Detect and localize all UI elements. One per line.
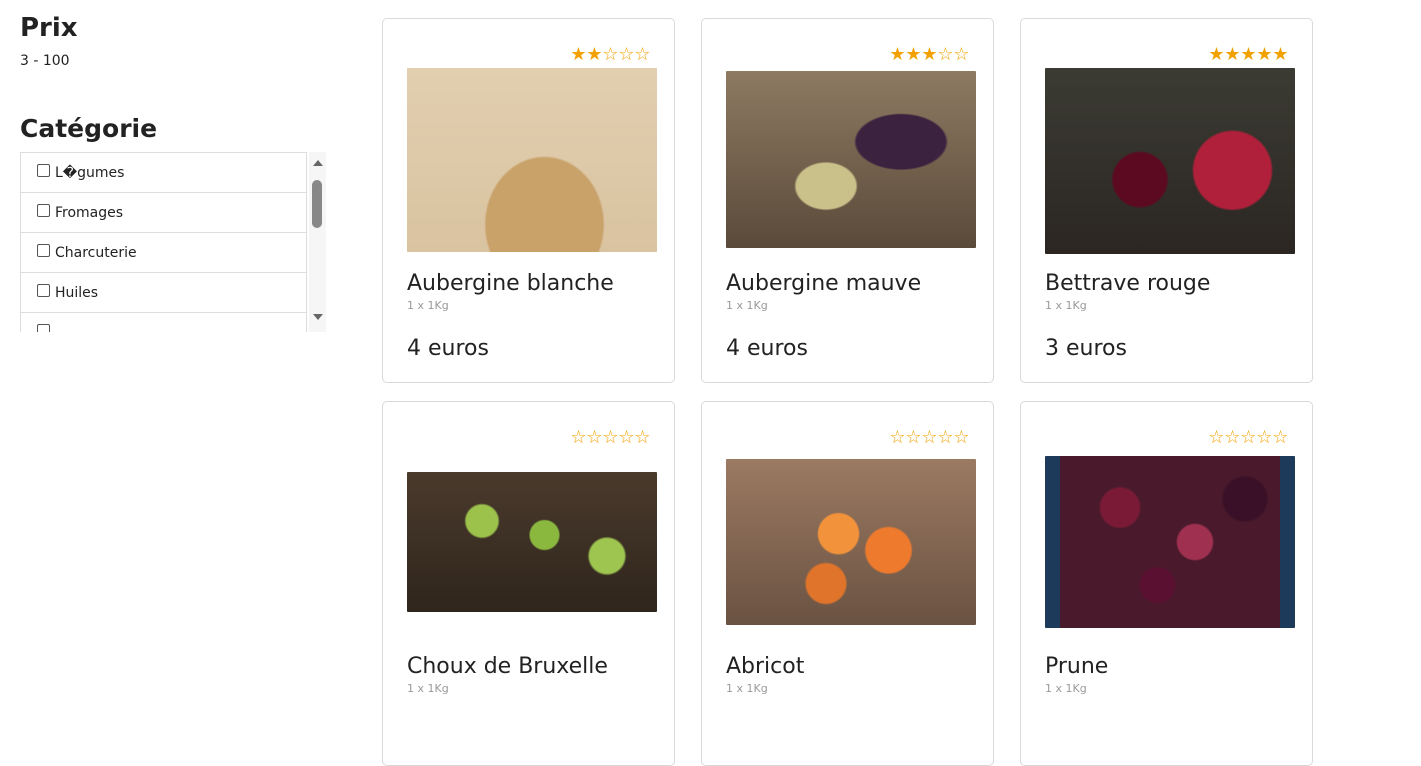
star-empty-icon: ☆ [602,44,618,65]
star-filled-icon: ★ [889,44,905,65]
star-empty-icon: ☆ [905,427,921,448]
star-filled-icon: ★ [1240,44,1256,65]
star-filled-icon: ★ [1256,44,1272,65]
rating-stars: ☆☆☆☆☆ [1208,429,1288,447]
scroll-down-arrow-icon[interactable] [313,314,323,320]
star-filled-icon: ★ [1224,44,1240,65]
rating-stars: ★★★☆☆ [889,46,969,64]
product-unit: 1 x 1Kg [726,682,768,695]
product-card[interactable]: ☆☆☆☆☆ Abricot 1 x 1Kg [701,401,994,766]
star-empty-icon: ☆ [618,44,634,65]
category-list: L�gumes Fromages Charcuterie Huiles [20,152,307,332]
category-list-box[interactable]: L�gumes Fromages Charcuterie Huiles [20,152,326,332]
product-card[interactable]: ★★★☆☆ Aubergine mauve 1 x 1Kg 4 euros [701,18,994,383]
category-filter-title: Catégorie [20,114,158,143]
category-checkbox[interactable] [37,244,50,257]
star-empty-icon: ☆ [1272,427,1288,448]
category-item-fromages[interactable]: Fromages [21,193,306,233]
rating-stars: ★★☆☆☆ [570,46,650,64]
purple-eggplant-image [726,71,976,248]
filter-sidebar: Prix 3 - 100 Catégorie L�gumes Fromages … [20,12,330,332]
star-filled-icon: ★ [905,44,921,65]
product-name[interactable]: Aubergine mauve [726,271,921,297]
product-unit: 1 x 1Kg [726,299,768,312]
category-item-charcuterie[interactable]: Charcuterie [21,233,306,273]
category-checkbox[interactable] [37,324,50,332]
price-range-value: 3 - 100 [20,53,70,69]
product-price: 4 euros [407,336,489,361]
star-empty-icon: ☆ [1208,427,1224,448]
star-filled-icon: ★ [570,44,586,65]
star-empty-icon: ☆ [570,427,586,448]
product-unit: 1 x 1Kg [1045,682,1087,695]
star-filled-icon: ★ [586,44,602,65]
rating-stars: ☆☆☆☆☆ [570,429,650,447]
scroll-up-arrow-icon[interactable] [313,160,323,166]
star-empty-icon: ☆ [602,427,618,448]
category-checkbox[interactable] [37,204,50,217]
price-filter-title: Prix [20,13,78,43]
rating-stars: ☆☆☆☆☆ [889,429,969,447]
category-label: Charcuterie [55,244,137,261]
product-name[interactable]: Aubergine blanche [407,271,614,297]
star-empty-icon: ☆ [618,427,634,448]
star-empty-icon: ☆ [921,427,937,448]
star-empty-icon: ☆ [953,427,969,448]
category-checkbox[interactable] [37,284,50,297]
apricot-image [726,459,976,625]
star-empty-icon: ☆ [889,427,905,448]
star-empty-icon: ☆ [634,427,650,448]
scroll-thumb[interactable] [312,180,322,228]
product-name[interactable]: Abricot [726,654,804,680]
product-card[interactable]: ★★★★★ Bettrave rouge 1 x 1Kg 3 euros [1020,18,1313,383]
product-name[interactable]: Bettrave rouge [1045,271,1210,297]
star-empty-icon: ☆ [1224,427,1240,448]
star-filled-icon: ★ [921,44,937,65]
brussels-sprouts-image [407,472,657,612]
category-label: Huiles [55,284,99,301]
product-unit: 1 x 1Kg [407,682,449,695]
product-name[interactable]: Choux de Bruxelle [407,654,608,680]
star-empty-icon: ☆ [953,44,969,65]
category-checkbox[interactable] [37,164,50,177]
product-unit: 1 x 1Kg [1045,299,1087,312]
product-name[interactable]: Prune [1045,654,1108,680]
rating-stars: ★★★★★ [1208,46,1288,64]
product-price: 4 euros [726,336,808,361]
plum-image [1045,456,1295,628]
category-item-legumes[interactable]: L�gumes [21,153,306,193]
product-unit: 1 x 1Kg [407,299,449,312]
category-scrollbar[interactable] [309,152,326,332]
star-empty-icon: ☆ [1256,427,1272,448]
star-filled-icon: ★ [1208,44,1224,65]
star-empty-icon: ☆ [634,44,650,65]
star-empty-icon: ☆ [937,44,953,65]
category-item-huiles[interactable]: Huiles [21,273,306,313]
product-card[interactable]: ☆☆☆☆☆ Choux de Bruxelle 1 x 1Kg [382,401,675,766]
product-card[interactable]: ★★☆☆☆ Aubergine blanche 1 x 1Kg 4 euros [382,18,675,383]
category-label: L�gumes [55,164,125,181]
white-eggplant-image [407,68,657,252]
star-filled-icon: ★ [1272,44,1288,65]
star-empty-icon: ☆ [937,427,953,448]
category-item-partial[interactable] [21,313,306,332]
product-card[interactable]: ☆☆☆☆☆ Prune 1 x 1Kg [1020,401,1313,766]
star-empty-icon: ☆ [1240,427,1256,448]
product-price: 3 euros [1045,336,1127,361]
star-empty-icon: ☆ [586,427,602,448]
category-label: Fromages [55,204,124,221]
red-beet-image [1045,68,1295,254]
